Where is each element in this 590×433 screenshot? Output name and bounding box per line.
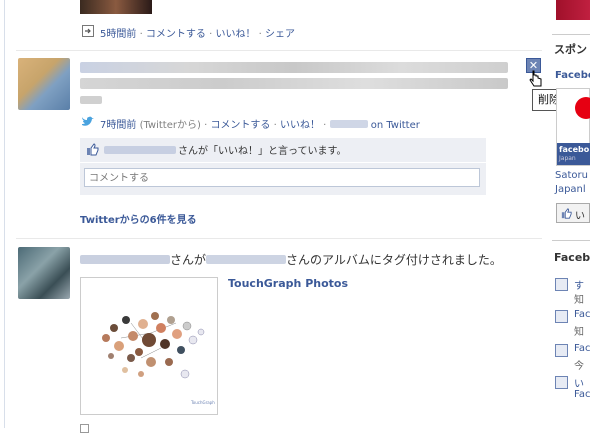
sidebar-ad-link2[interactable]: Japanl (555, 184, 586, 195)
post0-comment-link[interactable]: コメントする (146, 29, 206, 40)
sidebar-profile-image[interactable] (556, 0, 590, 20)
post1-blurred-text-line2 (80, 78, 508, 89)
sidebar-section-title: Facebo (554, 251, 590, 264)
sidebar-item-1-label[interactable]: Fac (574, 309, 590, 320)
checkbox[interactable] (80, 424, 89, 433)
touchgraph-image: TouchGraph (102, 312, 215, 405)
thumbs-up-icon (561, 208, 572, 219)
on-twitter-link[interactable]: on Twitter (371, 120, 420, 131)
sidebar-item-2-label[interactable]: Fac (574, 343, 590, 354)
liker-name-blurred (104, 146, 176, 154)
sidebar-item-1-sub: 知 (574, 327, 584, 338)
post1-like-link[interactable]: いいね！ (280, 120, 320, 131)
ad-brand-text: facebo (559, 145, 590, 154)
post-divider (16, 50, 542, 51)
sidebar-divider (552, 34, 590, 35)
comment-input[interactable]: コメントする (84, 168, 480, 187)
avatar[interactable] (18, 247, 70, 299)
post1-meta: 7時間前 (Twitterから) · コメントする · いいね！ · on Tw… (100, 120, 420, 131)
twitter-bird-icon (82, 116, 94, 126)
sidebar-ad-image[interactable]: facebo Japan (556, 88, 590, 166)
post-divider (16, 238, 542, 239)
post1-blurred-text-line1 (80, 62, 508, 73)
sidebar-item-3-sub: Fac (574, 389, 590, 400)
post1-blurred-account (329, 120, 368, 128)
ad-image-banner: facebo Japan (557, 143, 590, 165)
feed-left-border (4, 0, 5, 428)
ad-sub-text: Japan (559, 155, 576, 162)
post0-meta: 5時間前 · コメントする · いいね！ · シェア (100, 29, 296, 40)
post2-story-mid: さんが (170, 253, 207, 267)
sidebar-like-button[interactable]: い (556, 203, 590, 223)
comment-box: コメントする (80, 163, 486, 195)
previous-post-photo (80, 0, 152, 14)
sidebar-ad-title[interactable]: Facebo (555, 70, 590, 81)
sidebar-item-3-label[interactable]: い (574, 375, 584, 390)
avatar[interactable] (18, 58, 70, 110)
mobile-icon (555, 376, 568, 389)
post1-blurred-text-line3 (80, 96, 102, 104)
sidebar-sponsored-title: スポン (554, 43, 587, 56)
like-sentence: さんが「いいね！」と言っています。 (178, 146, 347, 157)
sidebar-item-0-label[interactable]: す (574, 277, 584, 292)
post2-actor-blurred[interactable] (80, 255, 170, 264)
share-icon (82, 25, 94, 37)
svg-text:TouchGraph: TouchGraph (190, 400, 215, 405)
post2-story: さんが さんのアルバムにタグ付けされました。 (80, 251, 502, 268)
twitter-more-link[interactable]: Twitterからの6件を見る (80, 211, 197, 226)
post1-time[interactable]: 7時間前 (100, 120, 136, 131)
japan-flag-circle (575, 97, 590, 119)
album-title-link[interactable]: TouchGraph Photos (228, 277, 348, 290)
hand-cursor-icon (529, 70, 542, 87)
sidebar-like-label: い (575, 211, 585, 222)
sidebar-item-0-sub: 知 (574, 295, 584, 306)
thumbs-up-icon (87, 143, 99, 156)
post0-share-link[interactable]: シェア (265, 29, 295, 40)
people-icon (555, 344, 568, 357)
chat-icon (555, 310, 568, 323)
post2-owner-blurred[interactable] (206, 255, 287, 264)
like-box: さんが「いいね！」と言っています。 (80, 138, 486, 162)
post0-time[interactable]: 5時間前 (100, 29, 136, 40)
add-icon (555, 278, 568, 291)
post0-like-link[interactable]: いいね！ (215, 29, 255, 40)
sidebar-divider (552, 240, 590, 241)
album-thumbnail[interactable]: TouchGraph (80, 277, 218, 415)
post1-via: (Twitterから) (139, 120, 201, 131)
post2-story-end: さんのアルバムにタグ付けされました。 (286, 253, 502, 267)
post1-comment-link[interactable]: コメントする (210, 120, 270, 131)
sidebar-ad-link1[interactable]: Satoru (555, 170, 588, 181)
sidebar-item-2-sub: 今 (574, 361, 584, 372)
